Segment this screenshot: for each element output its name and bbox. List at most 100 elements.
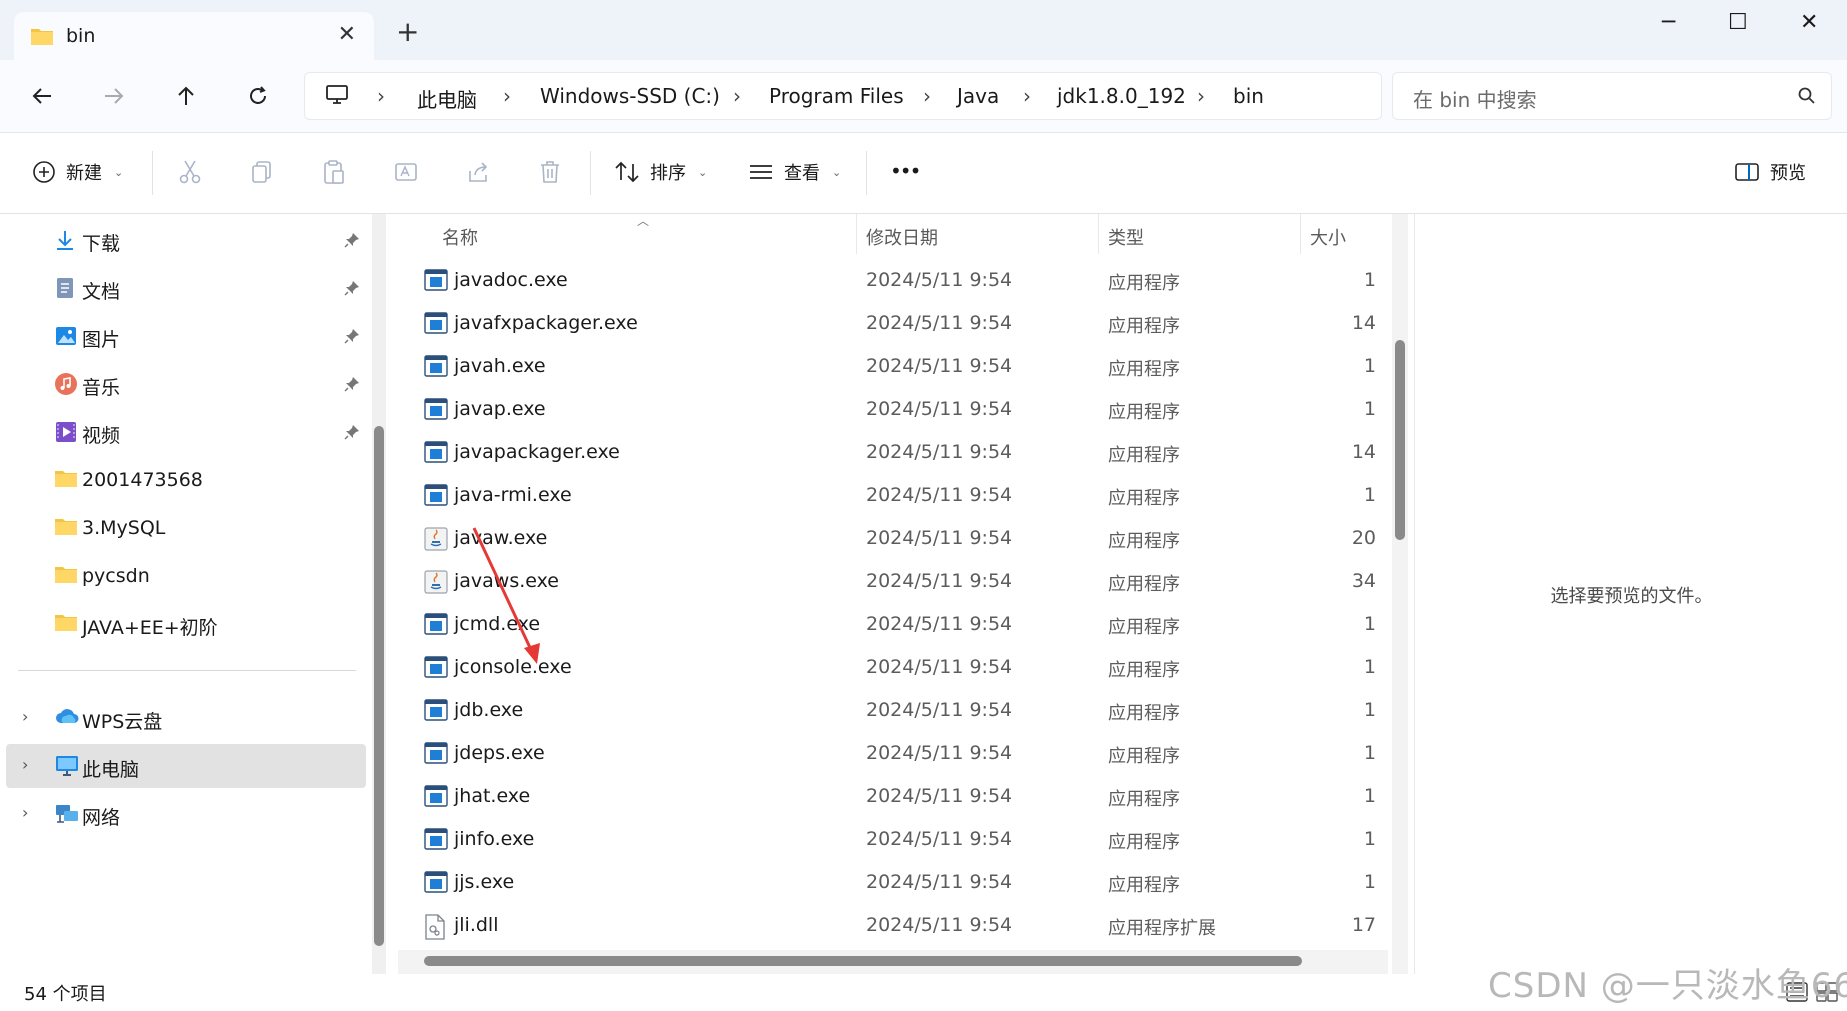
column-header-size[interactable]: 大小 <box>1310 224 1346 250</box>
file-list-vertical-scrollbar[interactable] <box>1392 214 1408 974</box>
file-row[interactable]: jcmd.exe 2024/5/11 9:54 应用程序 1 <box>392 603 1386 646</box>
file-size: 1 <box>1363 871 1376 893</box>
file-row[interactable]: jdeps.exe 2024/5/11 9:54 应用程序 1 <box>392 732 1386 775</box>
sidebar-item-videos[interactable]: 视频 <box>0 410 370 454</box>
file-row[interactable]: jinfo.exe 2024/5/11 9:54 应用程序 1 <box>392 818 1386 861</box>
sidebar-item-folder-2001473568[interactable]: 2001473568 <box>0 458 370 502</box>
breadcrumb-jdk[interactable]: jdk1.8.0_192 <box>1057 84 1186 108</box>
chevron-right-icon[interactable]: › <box>22 707 28 726</box>
column-divider[interactable] <box>856 214 857 254</box>
dll-file-icon <box>424 914 446 944</box>
column-divider[interactable] <box>1300 214 1301 254</box>
file-size: 1 <box>1363 398 1376 420</box>
back-button[interactable] <box>24 78 60 114</box>
file-row[interactable]: javaw.exe 2024/5/11 9:54 应用程序 20 <box>392 517 1386 560</box>
java-app-icon <box>424 527 448 555</box>
search-input[interactable]: 在 bin 中搜索 <box>1392 72 1832 120</box>
breadcrumb-program-files[interactable]: Program Files <box>769 84 904 108</box>
column-header-date[interactable]: 修改日期 <box>866 224 938 250</box>
column-divider[interactable] <box>1098 214 1099 254</box>
share-icon[interactable] <box>466 159 492 189</box>
pin-icon[interactable] <box>344 328 360 348</box>
forward-button[interactable] <box>96 78 132 114</box>
breadcrumb-drive[interactable]: Windows-SSD (C:) <box>540 84 720 108</box>
file-date: 2024/5/11 9:54 <box>866 570 1013 592</box>
file-name: jconsole.exe <box>454 656 572 678</box>
pin-icon[interactable] <box>344 376 360 396</box>
file-row[interactable]: jjs.exe 2024/5/11 9:54 应用程序 1 <box>392 861 1386 904</box>
file-row[interactable]: jli.dll 2024/5/11 9:54 应用程序扩展 17 <box>392 904 1386 947</box>
copy-icon[interactable] <box>250 159 274 189</box>
sort-button[interactable]: 排序 ⌄ <box>614 159 707 185</box>
file-row[interactable]: jdb.exe 2024/5/11 9:54 应用程序 1 <box>392 689 1386 732</box>
sidebar-item-network[interactable]: › 网络 <box>0 792 370 836</box>
file-size: 1 <box>1363 656 1376 678</box>
pin-icon[interactable] <box>344 424 360 444</box>
file-type: 应用程序 <box>1108 746 1180 767</box>
refresh-button[interactable] <box>240 78 276 114</box>
file-size: 1 <box>1363 828 1376 850</box>
new-tab-button[interactable]: + <box>396 18 419 46</box>
file-row[interactable]: java-rmi.exe 2024/5/11 9:54 应用程序 1 <box>392 474 1386 517</box>
rename-icon[interactable] <box>394 159 420 189</box>
tab-close-icon[interactable]: ✕ <box>338 22 356 47</box>
close-window-button[interactable]: ✕ <box>1800 10 1818 35</box>
sidebar-item-label: 3.MySQL <box>82 517 166 539</box>
java-app-icon <box>424 570 448 598</box>
sidebar-item-music[interactable]: 音乐 <box>0 362 370 406</box>
column-header-type[interactable]: 类型 <box>1108 224 1144 250</box>
file-row[interactable]: jhat.exe 2024/5/11 9:54 应用程序 1 <box>392 775 1386 818</box>
file-row[interactable]: javapackager.exe 2024/5/11 9:54 应用程序 14 <box>392 431 1386 474</box>
search-icon <box>1797 86 1817 110</box>
preview-pane-button[interactable]: 预览 <box>1734 159 1806 185</box>
chevron-right-icon[interactable]: › <box>22 803 28 822</box>
paste-icon[interactable] <box>322 159 346 189</box>
sidebar-scrollbar-thumb[interactable] <box>374 426 384 946</box>
view-button[interactable]: 查看 ⌄ <box>748 159 841 185</box>
file-size: 17 <box>1351 914 1376 936</box>
sidebar-item-folder-pycsdn[interactable]: pycsdn <box>0 554 370 598</box>
sidebar-item-folder-java-ee[interactable]: JAVA+EE+初阶 <box>0 602 370 646</box>
sidebar-item-documents[interactable]: 文档 <box>0 266 370 310</box>
tab-bin[interactable]: bin ✕ <box>14 12 374 60</box>
divider <box>590 151 591 195</box>
folder-icon <box>54 468 78 492</box>
address-bar[interactable]: › 此电脑 › Windows-SSD (C:) › Program Files… <box>304 72 1382 120</box>
file-type: 应用程序 <box>1108 617 1180 638</box>
this-pc-icon <box>54 754 80 782</box>
minimize-button[interactable]: ─ <box>1662 10 1675 35</box>
preview-empty-message: 选择要预览的文件。 <box>1550 586 1713 607</box>
file-row[interactable]: javadoc.exe 2024/5/11 9:54 应用程序 1 <box>392 259 1386 302</box>
sidebar-item-folder-mysql[interactable]: 3.MySQL <box>0 506 370 550</box>
maximize-button[interactable]: ☐ <box>1728 10 1748 35</box>
file-row[interactable]: javap.exe 2024/5/11 9:54 应用程序 1 <box>392 388 1386 431</box>
file-date: 2024/5/11 9:54 <box>866 613 1013 635</box>
file-size: 20 <box>1351 527 1376 549</box>
file-list-horizontal-scrollbar-thumb[interactable] <box>424 956 1302 966</box>
more-options-button[interactable]: ••• <box>890 159 921 183</box>
arrow-left-icon <box>32 88 51 104</box>
sidebar-item-wps-cloud[interactable]: › WPS云盘 <box>0 696 370 740</box>
file-row[interactable]: javafxpackager.exe 2024/5/11 9:54 应用程序 14 <box>392 302 1386 345</box>
delete-icon[interactable] <box>538 159 562 189</box>
breadcrumb-this-pc[interactable]: 此电脑 <box>417 84 477 113</box>
file-row[interactable]: jconsole.exe 2024/5/11 9:54 应用程序 1 <box>392 646 1386 689</box>
file-date: 2024/5/11 9:54 <box>866 656 1013 678</box>
sidebar-item-pictures[interactable]: 图片 <box>0 314 370 358</box>
file-name: javapackager.exe <box>454 441 620 463</box>
new-button[interactable]: 新建 ⌄ <box>32 159 123 185</box>
pin-icon[interactable] <box>344 232 360 252</box>
pictures-icon <box>54 324 78 352</box>
pin-icon[interactable] <box>344 280 360 300</box>
sidebar-item-this-pc[interactable]: › 此电脑 <box>6 744 366 788</box>
cut-icon[interactable] <box>178 159 202 189</box>
column-header-name[interactable]: 名称 <box>442 224 478 250</box>
file-list-vertical-scrollbar-thumb[interactable] <box>1395 340 1405 540</box>
breadcrumb-java[interactable]: Java <box>957 84 999 108</box>
breadcrumb-bin[interactable]: bin <box>1233 84 1264 108</box>
file-row[interactable]: javaws.exe 2024/5/11 9:54 应用程序 34 <box>392 560 1386 603</box>
file-row[interactable]: javah.exe 2024/5/11 9:54 应用程序 1 <box>392 345 1386 388</box>
chevron-right-icon[interactable]: › <box>22 755 28 774</box>
up-button[interactable] <box>168 78 204 114</box>
sidebar-item-downloads[interactable]: 下载 <box>0 218 370 262</box>
